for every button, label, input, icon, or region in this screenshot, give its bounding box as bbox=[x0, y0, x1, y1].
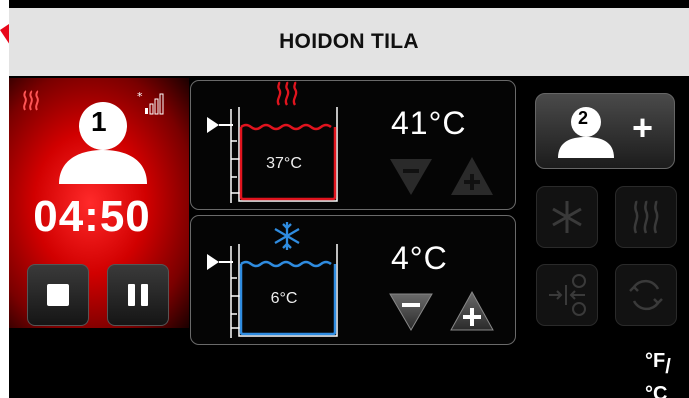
cycle-icon bbox=[629, 279, 663, 311]
cooling-mode-button[interactable] bbox=[536, 186, 598, 248]
cold-zone-increase-button[interactable] bbox=[447, 288, 497, 334]
hot-zone-setpoint: 41°C bbox=[391, 105, 467, 141]
stop-button[interactable] bbox=[27, 264, 89, 326]
heat-icon-large bbox=[633, 200, 659, 234]
add-user-number: 2 bbox=[578, 108, 589, 128]
heat-icon bbox=[23, 90, 39, 111]
stop-icon bbox=[47, 284, 69, 306]
pause-button[interactable] bbox=[107, 264, 169, 326]
hot-tank-graphic bbox=[207, 81, 338, 203]
device-screen: HOIDON TILA * 1 04:50 37°C 41°C 6°C 4°C … bbox=[9, 0, 689, 398]
user-avatar-icon bbox=[59, 102, 147, 184]
cold-zone-panel: 6°C 4°C bbox=[190, 215, 516, 345]
unit-toggle-button[interactable]: °F/ °C bbox=[645, 350, 689, 398]
hot-zone-increase-button[interactable] bbox=[447, 153, 497, 199]
title-bar: HOIDON TILA bbox=[9, 8, 689, 76]
cold-zone-decrease-button[interactable] bbox=[386, 288, 436, 334]
snowflake-icon-cold-zone bbox=[274, 222, 300, 250]
heating-mode-button[interactable] bbox=[615, 186, 677, 248]
cold-zone-current-temp: 6°C bbox=[270, 290, 298, 307]
unit-celsius: °C bbox=[645, 383, 668, 398]
session-timer: 04:50 bbox=[33, 192, 151, 241]
add-user-plus: + bbox=[632, 107, 654, 148]
page-title: HOIDON TILA bbox=[279, 30, 419, 53]
snowflake-icon bbox=[552, 201, 582, 233]
cycle-mode-button[interactable] bbox=[615, 264, 677, 326]
hot-zone-panel: 37°C 41°C bbox=[190, 80, 516, 210]
hot-zone-current-temp: 37°C bbox=[266, 155, 302, 172]
user-number: 1 bbox=[91, 106, 107, 137]
heat-icon-hot-zone bbox=[276, 81, 298, 106]
unit-slash: / bbox=[665, 356, 671, 378]
cold-zone-setpoint: 4°C bbox=[391, 240, 448, 276]
pause-icon bbox=[128, 284, 148, 306]
cold-tank-graphic bbox=[207, 222, 338, 338]
unit-fahrenheit: °F bbox=[645, 350, 666, 372]
contrast-therapy-button[interactable] bbox=[536, 264, 598, 326]
active-user-panel[interactable]: * 1 04:50 bbox=[9, 78, 189, 328]
add-user-button[interactable]: 2 + bbox=[535, 93, 675, 169]
hot-zone-decrease-button[interactable] bbox=[386, 153, 436, 199]
contrast-therapy-icon bbox=[549, 274, 586, 316]
